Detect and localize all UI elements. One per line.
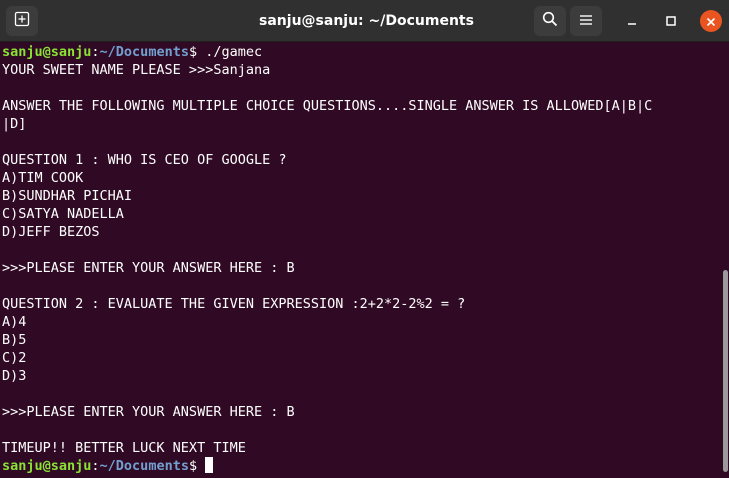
prompt-user: sanju@sanju xyxy=(2,458,92,474)
prompt-separator: : xyxy=(91,44,100,60)
prompt-command xyxy=(197,458,205,474)
title-bar: sanju@sanju: ~/Documents xyxy=(0,0,729,42)
new-tab-button[interactable] xyxy=(6,6,38,36)
menu-button[interactable] xyxy=(570,6,602,36)
output-line: B)5 xyxy=(2,332,27,348)
window-title: sanju@sanju: ~/Documents xyxy=(259,13,474,29)
terminal-output[interactable]: sanju@sanju:~/Documents$ ./gamec YOUR SW… xyxy=(0,43,720,478)
hamburger-menu-icon xyxy=(579,12,593,31)
output-line: YOUR SWEET NAME PLEASE >>>Sanjana xyxy=(2,62,271,78)
minimize-button[interactable] xyxy=(622,11,642,31)
output-line: ANSWER THE FOLLOWING MULTIPLE CHOICE QUE… xyxy=(2,98,653,114)
prompt-symbol: $ xyxy=(188,44,198,60)
scrollbar-thumb[interactable] xyxy=(723,270,728,472)
output-line: D)3 xyxy=(2,368,27,384)
prompt-separator: : xyxy=(91,458,100,474)
maximize-button[interactable] xyxy=(661,11,681,31)
output-line: >>>PLEASE ENTER YOUR ANSWER HERE : B xyxy=(2,260,295,276)
output-line: C)2 xyxy=(2,350,27,366)
output-line: D)JEFF BEZOS xyxy=(2,224,100,240)
output-line: QUESTION 1 : WHO IS CEO OF GOOGLE ? xyxy=(2,152,287,168)
output-line: A)4 xyxy=(2,314,27,330)
prompt-user: sanju@sanju xyxy=(2,44,92,60)
prompt-command: ./gamec xyxy=(197,44,263,60)
output-line: QUESTION 2 : EVALUATE THE GIVEN EXPRESSI… xyxy=(2,296,466,312)
new-tab-icon xyxy=(14,11,30,31)
text-cursor xyxy=(205,457,214,473)
prompt-line: sanju@sanju:~/Documents$ ./gamec xyxy=(2,43,720,61)
minimize-icon xyxy=(626,12,638,31)
prompt-path: ~/Documents xyxy=(99,44,189,60)
search-icon xyxy=(542,11,558,31)
maximize-icon xyxy=(665,12,677,31)
search-button[interactable] xyxy=(534,6,566,36)
prompt-path: ~/Documents xyxy=(99,458,189,474)
prompt-symbol: $ xyxy=(188,458,198,474)
terminal-window: sanju@sanju: ~/Documents sanju@sanju:~/D… xyxy=(0,0,729,478)
output-line: B)SUNDHAR PICHAI xyxy=(2,188,133,204)
output-line: A)TIM COOK xyxy=(2,170,84,186)
close-icon xyxy=(706,12,716,31)
close-button[interactable] xyxy=(700,10,722,32)
output-line: TIMEUP!! BETTER LUCK NEXT TIME xyxy=(2,440,246,456)
output-line: C)SATYA NADELLA xyxy=(2,206,124,222)
output-line: >>>PLEASE ENTER YOUR ANSWER HERE : B xyxy=(2,404,295,420)
prompt-line: sanju@sanju:~/Documents$ xyxy=(2,457,720,475)
output-line: |D] xyxy=(2,116,27,132)
